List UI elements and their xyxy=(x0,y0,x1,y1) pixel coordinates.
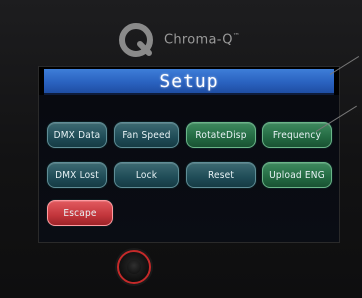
screen-title: Setup xyxy=(159,70,219,92)
brand-logo: Chroma-Q™ xyxy=(118,20,240,60)
lock-button[interactable]: Lock xyxy=(114,162,179,188)
brand-name: Chroma-Q™ xyxy=(164,32,240,47)
rotate-disp-button[interactable]: RotateDisp xyxy=(186,122,256,148)
chroma-q-logo-icon xyxy=(118,22,154,58)
escape-button[interactable]: Escape xyxy=(47,200,113,226)
dmx-lost-button[interactable]: DMX Lost xyxy=(47,162,107,188)
control-knob[interactable] xyxy=(117,250,151,284)
button-panel: DMX Data Fan Speed RotateDisp Frequency … xyxy=(39,95,339,242)
reset-button[interactable]: Reset xyxy=(186,162,256,188)
dmx-data-button[interactable]: DMX Data xyxy=(47,122,107,148)
brand-name-text: Chroma-Q xyxy=(164,32,233,48)
touch-screen: Setup DMX Data Fan Speed RotateDisp Freq… xyxy=(38,66,340,243)
device-panel: Chroma-Q™ Setup DMX Data Fan Speed Rotat… xyxy=(0,0,362,298)
trademark-symbol: ™ xyxy=(232,32,241,41)
screen-title-bar: Setup xyxy=(44,69,334,95)
upload-eng-button[interactable]: Upload ENG xyxy=(262,162,332,188)
fan-speed-button[interactable]: Fan Speed xyxy=(114,122,179,148)
